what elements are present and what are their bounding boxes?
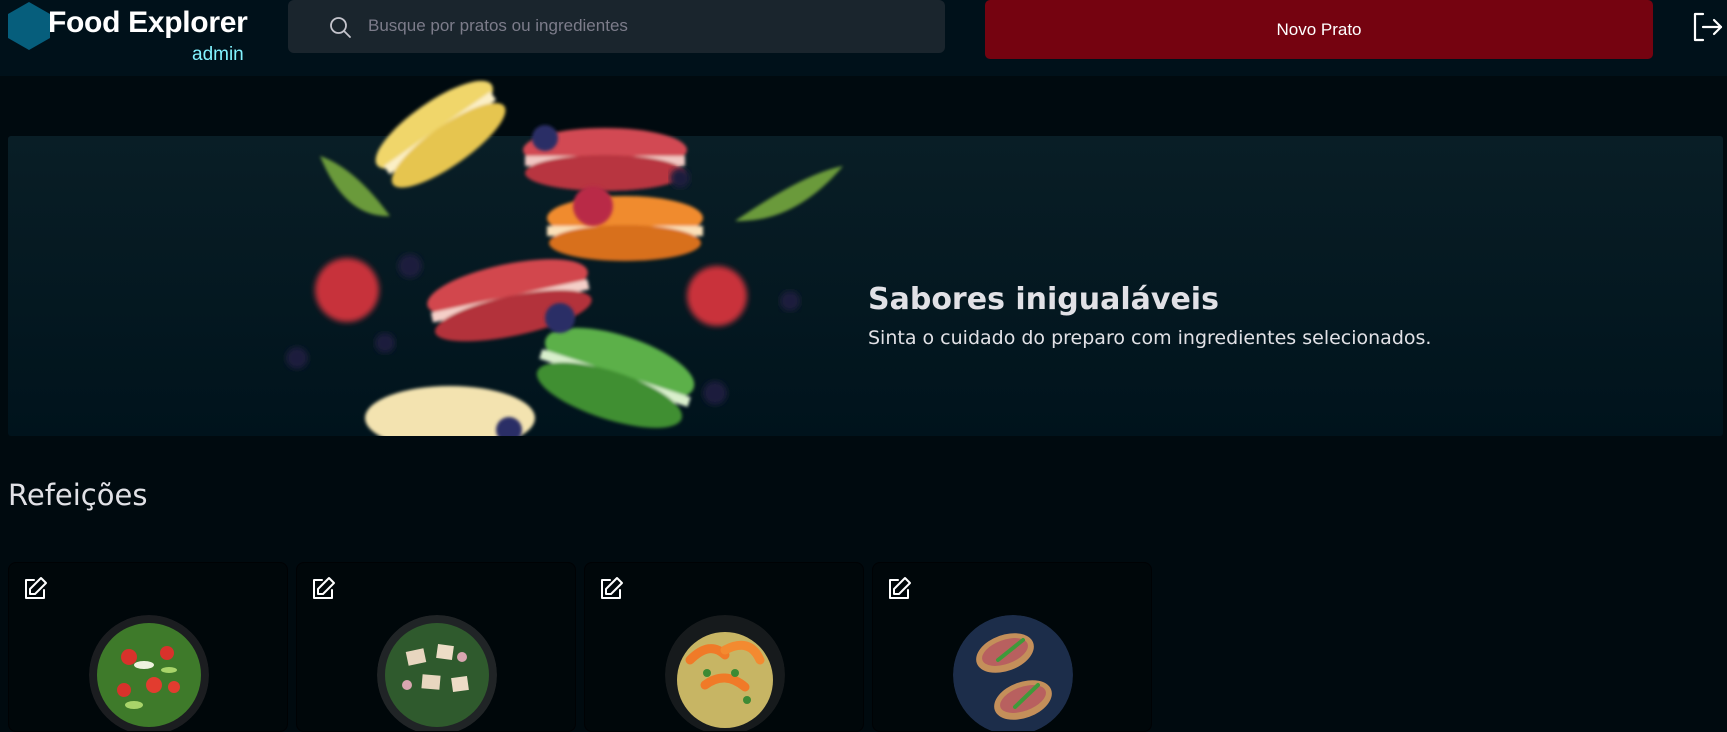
dish-card[interactable] (296, 562, 576, 732)
bruschetta-dish-image[interactable] (953, 615, 1073, 732)
hexagon-logo-icon[interactable] (8, 2, 50, 50)
dish-card[interactable] (8, 562, 288, 732)
pencil-square-icon[interactable] (885, 575, 913, 603)
pencil-square-icon[interactable] (309, 575, 337, 603)
top-header: Food Explorer admin Novo Prato (0, 0, 1727, 76)
pencil-square-icon[interactable] (597, 575, 625, 603)
search-bar[interactable] (288, 0, 945, 53)
shrimp-pasta-dish-image[interactable] (665, 615, 785, 732)
sign-out-icon[interactable] (1690, 10, 1724, 44)
banner-subtitle: Sinta o cuidado do preparo com ingredien… (868, 327, 1432, 349)
salad-dish-image[interactable] (89, 615, 209, 732)
search-icon (330, 17, 351, 38)
macarons-illustration (286, 80, 843, 436)
banner-title: Sabores inigualáveis (868, 282, 1219, 317)
caesar-salad-dish-image[interactable] (377, 615, 497, 732)
dish-card[interactable] (872, 562, 1152, 732)
pencil-square-icon[interactable] (21, 575, 49, 603)
dish-card[interactable] (584, 562, 864, 732)
brand-title[interactable]: Food Explorer (48, 6, 248, 40)
role-label: admin (192, 44, 244, 65)
hero-banner (8, 136, 1723, 436)
search-input[interactable] (368, 12, 928, 40)
new-dish-button[interactable]: Novo Prato (985, 0, 1653, 59)
section-title: Refeições (8, 478, 148, 512)
